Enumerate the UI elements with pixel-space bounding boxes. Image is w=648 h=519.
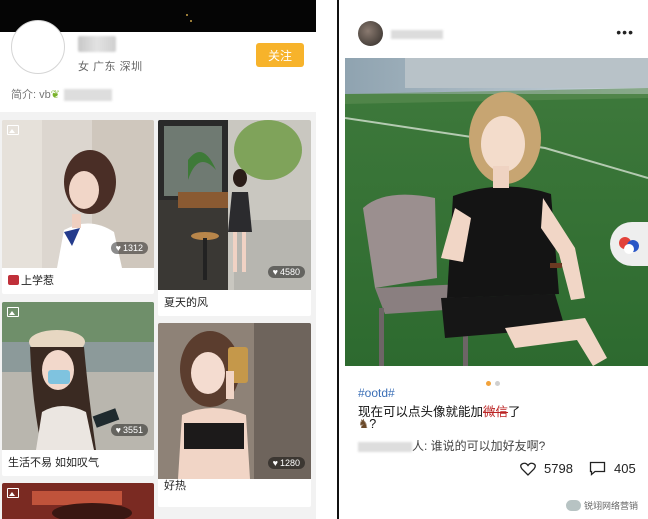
floating-action-icon[interactable] (610, 222, 648, 266)
like-count-badge: ♥ 1280 (267, 457, 305, 469)
heart-icon: ♥ (272, 267, 278, 277)
heart-icon (520, 462, 536, 476)
feed-caption: 好热 (164, 480, 186, 492)
avatar[interactable] (11, 20, 65, 74)
feed-caption: 夏天的风 (164, 297, 208, 309)
post-photo[interactable] (345, 58, 648, 366)
post-header: ••• (339, 0, 648, 54)
comment-button[interactable]: 405 (589, 461, 636, 476)
feed-caption: 生活不易 如如叹气 (8, 457, 100, 469)
wechat-icon (565, 500, 581, 511)
like-button[interactable]: 5798 (520, 461, 573, 476)
bio-text: 简介: vb (11, 89, 51, 101)
profile-location: 女 广东 深圳 (78, 61, 143, 73)
post-text-line2: ♞? (358, 417, 377, 431)
image-icon (7, 488, 19, 498)
more-icon[interactable]: ••• (616, 24, 634, 40)
feed-caption: 上学惹 (8, 272, 54, 288)
feed-card[interactable]: ♥ 4580 夏天的风 (158, 120, 311, 316)
horse-emoji-icon: ♞ (358, 417, 370, 431)
screenshot-composite: 女 广东 深圳 关注 简介: vb❦ ♥ 1312 上学惹 ♥ 4580 夏天的… (0, 0, 648, 519)
carousel-indicator (486, 373, 504, 391)
post-detail-panel: ••• #ootd# 现在可以点头像就能加微信了 ♞? 人: 谁说的可以加好友啊… (337, 0, 648, 519)
comment-icon (589, 461, 606, 476)
post-hashtag[interactable]: #ootd# (358, 386, 395, 400)
profile-header: 女 广东 深圳 关注 简介: vb❦ (0, 20, 316, 112)
shopping-bag-icon (8, 275, 19, 285)
like-count-badge: ♥ 3551 (110, 424, 148, 436)
watermark: 锐翊网络营销 (565, 499, 638, 512)
image-icon (7, 125, 19, 135)
like-count-badge: ♥ 4580 (267, 266, 305, 278)
comment-count: 405 (614, 461, 636, 476)
heart-icon: ♥ (115, 425, 121, 435)
like-count-badge: ♥ 1312 (110, 242, 148, 254)
commenter-name-blurred (358, 441, 412, 452)
comment-preview[interactable]: 人: 谁说的可以加好友啊? (358, 437, 545, 454)
post-text: 现在可以点头像就能加微信了 (358, 405, 521, 419)
image-icon (7, 307, 19, 317)
heart-icon: ♥ (115, 243, 121, 253)
profile-bio: 简介: vb❦ (11, 86, 112, 102)
feed-image (158, 120, 311, 290)
feed-card[interactable]: ♥ 1280 好热 (158, 323, 311, 507)
feed-image (158, 323, 311, 479)
feed-image (2, 483, 154, 519)
feed-card[interactable] (2, 483, 154, 519)
follow-button[interactable]: 关注 (256, 43, 304, 67)
struck-text: 微信 (483, 405, 509, 419)
feed-card[interactable]: ♥ 3551 生活不易 如如叹气 (2, 302, 154, 476)
author-name-blurred (391, 30, 443, 39)
feed-card[interactable]: ♥ 1312 上学惹 (2, 120, 154, 294)
profile-feed-panel: 女 广东 深圳 关注 简介: vb❦ ♥ 1312 上学惹 ♥ 4580 夏天的… (0, 0, 316, 519)
username-blurred (78, 36, 116, 52)
author-avatar[interactable] (358, 21, 383, 46)
heart-icon: ♥ (272, 458, 278, 468)
sprout-icon: ❦ (50, 89, 60, 101)
bio-blurred (63, 89, 112, 102)
like-count: 5798 (544, 461, 573, 476)
